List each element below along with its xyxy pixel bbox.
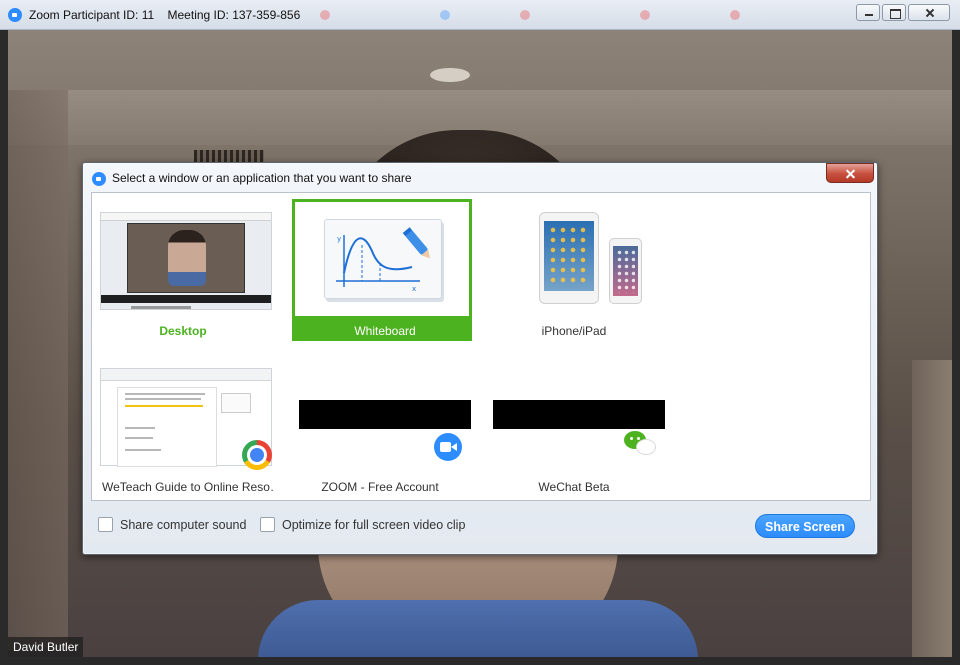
zoom-logo-icon xyxy=(92,172,106,186)
checkbox-box[interactable] xyxy=(260,517,275,532)
desktop-preview xyxy=(100,212,272,310)
share-tile-label: Desktop xyxy=(159,324,207,338)
share-dialog: Select a window or an application that y… xyxy=(82,162,878,555)
window-controls xyxy=(856,4,950,21)
zoom-icon xyxy=(434,433,462,461)
share-options-grid: Desktop y x Whiteboard iPhone/iPad WeTea… xyxy=(91,192,871,501)
share-tile-iphone-ipad[interactable]: iPhone/iPad xyxy=(484,199,664,341)
window-close-button[interactable] xyxy=(908,4,950,21)
share-screen-button[interactable]: Share Screen xyxy=(755,514,855,538)
share-tile-label: ZOOM - Free Account xyxy=(321,480,439,494)
video-door-right xyxy=(912,360,952,657)
share-dialog-footer: Share computer sound Optimize for full s… xyxy=(91,507,871,547)
video-door-left xyxy=(8,90,68,650)
share-tile-wechat[interactable]: WeChat Beta xyxy=(484,355,665,497)
maximize-button[interactable] xyxy=(882,4,906,21)
svg-text:y: y xyxy=(337,235,341,243)
zoom-logo-icon xyxy=(8,8,22,22)
share-tile-desktop[interactable]: Desktop xyxy=(93,199,273,341)
optimize-video-checkbox[interactable]: Optimize for full screen video clip xyxy=(260,517,465,532)
share-tile-label: iPhone/iPad xyxy=(541,324,607,338)
meeting-id-label: Meeting ID: 137-359-856 xyxy=(167,8,301,22)
share-tile-label: WeTeach Guide to Online Reso… xyxy=(102,480,273,494)
optimize-video-label: Optimize for full screen video clip xyxy=(282,517,466,532)
video-ceiling-light xyxy=(430,68,470,82)
share-sound-label: Share computer sound xyxy=(120,517,247,532)
video-participant-shirt xyxy=(258,600,698,657)
background-taskbar-ghost xyxy=(320,6,840,24)
share-tile-chrome-window[interactable]: WeTeach Guide to Online Reso… xyxy=(93,355,273,497)
share-tile-label: WeChat Beta xyxy=(538,480,610,494)
ios-devices-icon xyxy=(491,212,663,310)
participant-name-tag: David Butler xyxy=(8,637,84,657)
whiteboard-icon: y x xyxy=(322,215,444,301)
checkbox-box[interactable] xyxy=(98,517,113,532)
share-sound-checkbox[interactable]: Share computer sound xyxy=(98,517,246,532)
share-dialog-close-button[interactable] xyxy=(826,163,874,183)
share-tile-zoom-window[interactable]: ZOOM - Free Account xyxy=(290,355,471,497)
window-titlebar: Zoom Participant ID: 11 Meeting ID: 137-… xyxy=(0,0,960,30)
share-dialog-title: Select a window or an application that y… xyxy=(112,171,412,185)
share-tile-whiteboard[interactable]: y x Whiteboard xyxy=(292,199,472,341)
redacted-preview xyxy=(299,400,471,429)
minimize-button[interactable] xyxy=(856,4,880,21)
wechat-icon xyxy=(624,431,656,459)
share-tile-label: Whiteboard xyxy=(354,324,416,338)
chrome-icon xyxy=(242,440,272,470)
redacted-preview xyxy=(493,400,665,429)
svg-text:x: x xyxy=(412,285,416,293)
window-title: Zoom Participant ID: 11 Meeting ID: 137-… xyxy=(29,8,310,22)
participant-id-label: Zoom Participant ID: 11 xyxy=(29,8,155,22)
